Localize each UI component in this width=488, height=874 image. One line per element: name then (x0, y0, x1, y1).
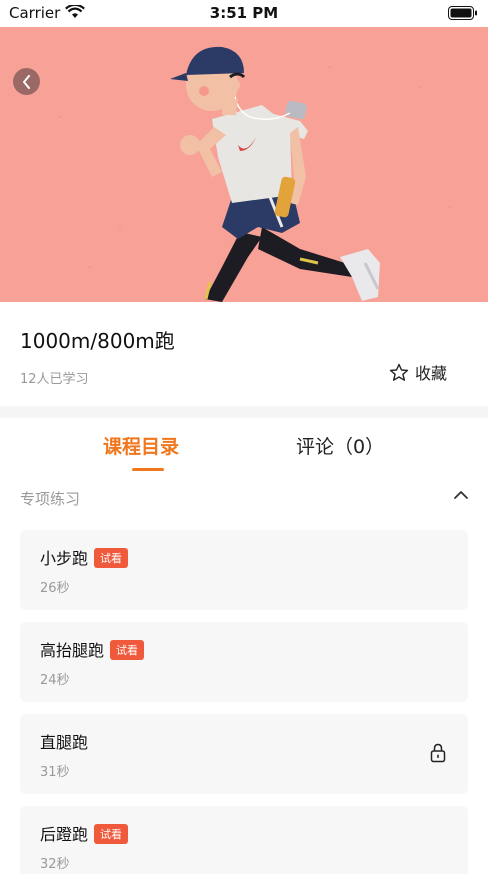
lesson-name: 小步跑 (40, 549, 89, 568)
favorite-label: 收藏 (415, 364, 448, 383)
lesson-item[interactable]: 高抬腿跑 试看 24秒 (20, 622, 468, 702)
tab-comments[interactable]: 评论（0） (296, 432, 384, 459)
active-tab-indicator (132, 468, 164, 471)
section-title: 专项练习 (20, 490, 81, 508)
lesson-item[interactable]: 直腿跑 31秒 (20, 714, 468, 794)
lesson-name: 高抬腿跑 (40, 641, 105, 660)
lesson-item[interactable]: 小步跑 试看 26秒 (20, 530, 468, 610)
course-hero-image (0, 27, 488, 302)
star-outline-icon (389, 363, 409, 381)
lock-icon (430, 743, 446, 763)
trial-badge: 试看 (110, 640, 145, 660)
status-bar: Carrier 3:51 PM (0, 0, 488, 27)
section-header[interactable]: 专项练习 (0, 478, 488, 518)
section-divider (0, 406, 488, 418)
learners-count: 12人已学习 (20, 372, 89, 387)
tab-bar: 课程目录 评论（0） (0, 418, 488, 476)
lesson-name: 直腿跑 (40, 733, 89, 752)
course-title: 1000m/800m跑 (20, 329, 175, 353)
back-button[interactable] (13, 68, 40, 95)
lesson-name: 后蹬跑 (40, 825, 89, 844)
lesson-duration: 26秒 (40, 581, 70, 596)
clock-time: 3:51 PM (209, 4, 279, 22)
lesson-duration: 31秒 (40, 765, 70, 780)
battery-icon (448, 6, 477, 20)
lesson-item[interactable]: 后蹬跑 试看 32秒 (20, 806, 468, 874)
back-arrow-icon (22, 74, 30, 89)
chevron-up-icon[interactable] (453, 490, 469, 500)
lesson-duration: 24秒 (40, 673, 70, 688)
favorite-button[interactable]: 收藏 (389, 360, 447, 384)
runner-illustration (58, 46, 452, 302)
lesson-duration: 32秒 (40, 857, 70, 872)
course-info: 1000m/800m跑 12人已学习 收藏 (0, 302, 488, 406)
trial-badge: 试看 (94, 548, 129, 568)
tab-catalog[interactable]: 课程目录 (103, 432, 179, 459)
trial-badge: 试看 (94, 824, 129, 844)
